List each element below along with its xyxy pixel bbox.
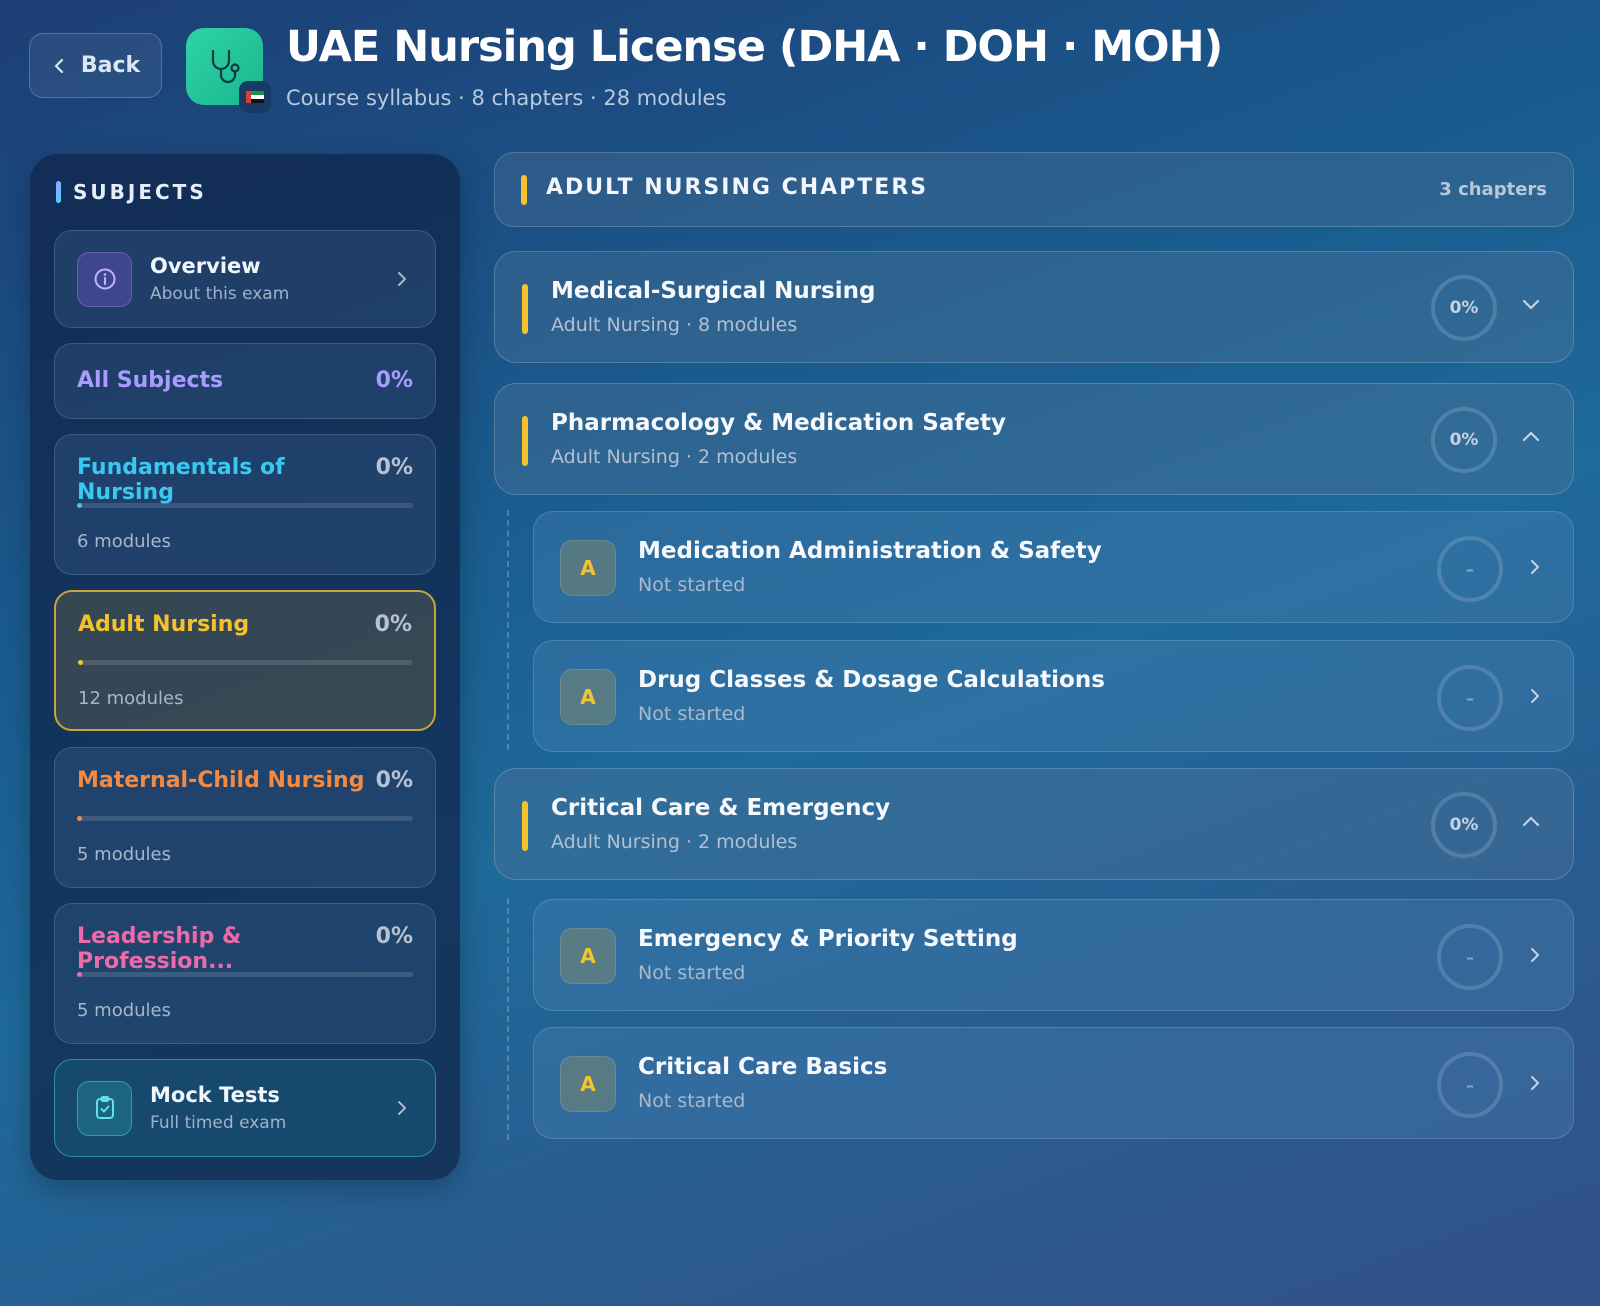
subject-modules: 6 modules [77, 531, 172, 552]
back-button[interactable]: Back [29, 33, 162, 98]
info-icon [77, 251, 132, 307]
chevron-up-icon[interactable] [1521, 429, 1541, 443]
subject-name: Maternal-Child Nursing [77, 768, 365, 793]
module-status: Not started [638, 962, 746, 984]
module-badge: A [560, 669, 616, 725]
chapter-count: 3 chapters [1439, 179, 1547, 200]
app-logo [186, 28, 271, 113]
subject-fundamentals[interactable]: Fundamentals of Nursing 0% 6 modules [54, 434, 436, 575]
subject-modules: 5 modules [77, 1000, 172, 1021]
page-title: UAE Nursing License (DHA · DOH · MOH) [286, 22, 1223, 72]
mock-tests-subtitle: Full timed exam [150, 1113, 287, 1133]
progress-ring: 0% [1431, 792, 1497, 858]
chapter-meta: Adult Nursing · 2 modules [551, 446, 798, 468]
progress-bar [78, 660, 412, 665]
subject-maternal-child[interactable]: Maternal-Child Nursing 0% 5 modules [54, 747, 436, 888]
subject-adult-nursing[interactable]: Adult Nursing 0% 12 modules [54, 590, 436, 731]
all-subjects-label: All Subjects [77, 368, 224, 393]
subject-leadership[interactable]: Leadership & Profession... 0% 5 modules [54, 903, 436, 1044]
tree-guide-line [507, 898, 509, 1140]
subject-modules: 5 modules [77, 844, 172, 865]
chapter-title: Critical Care & Emergency [551, 795, 891, 821]
progress-bar [77, 503, 413, 508]
section-title: ADULT NURSING CHAPTERS [546, 175, 929, 200]
overview-button[interactable]: Overview About this exam [54, 230, 436, 328]
overview-subtitle: About this exam [150, 284, 290, 304]
uae-flag-icon [239, 81, 271, 113]
module-critical-care-basics[interactable]: A Critical Care Basics Not started – [533, 1027, 1574, 1139]
mock-tests-title: Mock Tests [150, 1083, 280, 1107]
chevron-right-icon [1531, 560, 1539, 574]
chapter-critical-care[interactable]: Critical Care & Emergency Adult Nursing … [494, 768, 1574, 880]
chevron-right-icon [398, 1101, 406, 1115]
module-badge: A [560, 1056, 616, 1112]
page-subtitle: Course syllabus · 8 chapters · 28 module… [286, 86, 727, 110]
chevron-down-icon[interactable] [1521, 297, 1541, 311]
subject-name: Leadership & Profession... [77, 924, 242, 974]
module-status: Not started [638, 703, 746, 725]
progress-ring: – [1437, 1052, 1503, 1118]
subject-percent: 0% [374, 612, 412, 637]
overview-title: Overview [150, 254, 261, 278]
chevron-left-icon [54, 58, 63, 73]
chapter-pharmacology[interactable]: Pharmacology & Medication Safety Adult N… [494, 383, 1574, 495]
module-badge: A [560, 928, 616, 984]
chapter-meta: Adult Nursing · 2 modules [551, 831, 798, 853]
chapter-meta: Adult Nursing · 8 modules [551, 314, 798, 336]
module-status: Not started [638, 574, 746, 596]
subjects-sidebar: SUBJECTS Overview About this exam All Su… [30, 154, 460, 1180]
chevron-right-icon [398, 272, 406, 286]
subject-name: Adult Nursing [78, 612, 250, 637]
chapter-title: Medical-Surgical Nursing [551, 278, 876, 304]
module-title: Drug Classes & Dosage Calculations [638, 667, 1105, 693]
progress-ring: – [1437, 536, 1503, 602]
sidebar-heading: SUBJECTS [56, 180, 207, 204]
module-drug-classes[interactable]: A Drug Classes & Dosage Calculations Not… [533, 640, 1574, 752]
progress-ring: 0% [1431, 275, 1497, 341]
chapter-medical-surgical[interactable]: Medical-Surgical Nursing Adult Nursing ·… [494, 251, 1574, 363]
chevron-right-icon [1531, 689, 1539, 703]
progress-bar [77, 816, 413, 821]
progress-bar [77, 972, 413, 977]
subject-name: Fundamentals of Nursing [77, 455, 285, 505]
module-title: Medication Administration & Safety [638, 538, 1102, 564]
chevron-right-icon [1531, 948, 1539, 962]
all-subjects-percent: 0% [375, 368, 413, 393]
mock-tests-button[interactable]: Mock Tests Full timed exam [54, 1059, 436, 1157]
chevron-up-icon[interactable] [1521, 814, 1541, 828]
module-emergency-priority[interactable]: A Emergency & Priority Setting Not start… [533, 899, 1574, 1011]
tree-guide-line [507, 510, 509, 750]
stethoscope-icon [211, 49, 240, 83]
module-title: Critical Care Basics [638, 1054, 888, 1080]
chapter-title: Pharmacology & Medication Safety [551, 410, 1006, 436]
subject-percent: 0% [375, 455, 413, 480]
back-label: Back [80, 53, 141, 78]
subject-percent: 0% [375, 924, 413, 949]
progress-ring: 0% [1431, 407, 1497, 473]
section-header: ADULT NURSING CHAPTERS 3 chapters [494, 152, 1574, 227]
subject-modules: 12 modules [78, 688, 184, 709]
module-status: Not started [638, 1090, 746, 1112]
module-medication-administration[interactable]: A Medication Administration & Safety Not… [533, 511, 1574, 623]
module-badge: A [560, 540, 616, 596]
clipboard-check-icon [77, 1080, 132, 1136]
progress-ring: – [1437, 924, 1503, 990]
all-subjects-button[interactable]: All Subjects 0% [54, 343, 436, 419]
progress-ring: – [1437, 665, 1503, 731]
chevron-right-icon [1531, 1076, 1539, 1090]
subject-percent: 0% [375, 768, 413, 793]
module-title: Emergency & Priority Setting [638, 926, 1018, 952]
